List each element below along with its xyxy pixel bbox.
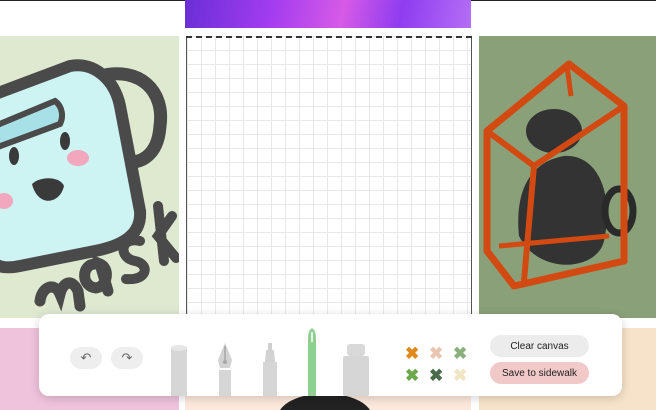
eraser-tool[interactable] <box>343 344 369 401</box>
needle-pen-tool[interactable] <box>306 328 318 401</box>
color-swatch-green[interactable]: ✖ <box>405 367 419 384</box>
color-swatch-peach[interactable]: ✖ <box>429 345 443 362</box>
marker-tool[interactable] <box>168 342 190 401</box>
undo-button[interactable]: ↶ <box>70 347 102 369</box>
canvas-top-edge <box>186 36 472 38</box>
needle-pen-icon <box>308 328 316 396</box>
gallery-artwork-mask[interactable] <box>0 36 179 318</box>
fountain-pen-tool[interactable] <box>214 342 236 401</box>
eraser-icon <box>343 344 369 396</box>
color-swatch-orange[interactable]: ✖ <box>405 345 419 362</box>
highlighter-icon <box>263 343 277 396</box>
drawing-toolbar: ↶ ↷ ✖ ✖ ✖ ✖ ✖ ✖ Clear canvas Save to sid… <box>39 314 622 396</box>
drawing-canvas[interactable] <box>186 36 472 318</box>
cube-drawing <box>483 60 637 290</box>
gallery-artwork-cube[interactable] <box>479 36 656 318</box>
redo-button[interactable]: ↷ <box>111 347 143 369</box>
color-swatch-dark-green[interactable]: ✖ <box>429 367 443 384</box>
save-to-sidewalk-button[interactable]: Save to sidewalk <box>490 362 589 384</box>
gallery-thumbnail-top[interactable] <box>185 0 471 28</box>
undo-icon: ↶ <box>80 350 92 365</box>
color-swatch-sage[interactable]: ✖ <box>453 345 467 362</box>
redo-icon: ↷ <box>121 350 133 365</box>
fountain-pen-icon <box>218 343 232 396</box>
color-swatch-cream[interactable]: ✖ <box>453 367 467 384</box>
marker-icon <box>171 345 187 396</box>
mask-drawing <box>0 59 179 312</box>
highlighter-tool[interactable] <box>260 342 280 401</box>
clear-canvas-button[interactable]: Clear canvas <box>490 335 589 357</box>
